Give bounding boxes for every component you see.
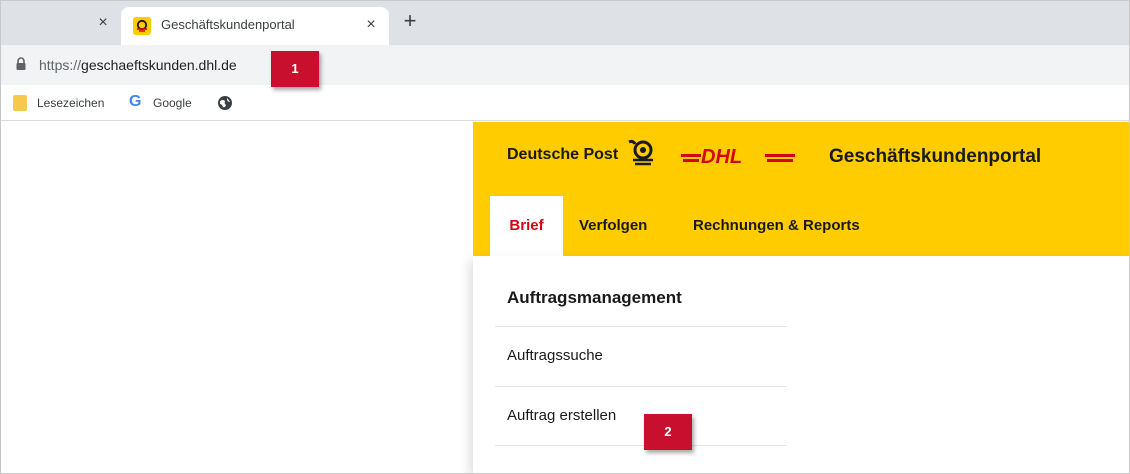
dhl-logo-text: DHL [701,146,742,168]
globe-icon[interactable] [217,95,233,111]
url-text[interactable]: https://geschaeftskunden.dhl.de [39,57,237,73]
lock-icon [16,57,26,70]
browser-window: × Geschäftskundenportal × + https://gesc… [0,0,1130,474]
close-icon[interactable]: × [361,15,381,35]
new-tab-button[interactable]: + [399,10,421,33]
divider [495,326,787,327]
folder-icon [13,95,27,111]
bookmark-lesezeichen[interactable]: Lesezeichen [37,94,104,112]
posthorn-icon [133,17,151,35]
menu-item-auftrag-erstellen[interactable]: Auftrag erstellen [507,407,616,424]
dhl-logo: DHL [681,146,795,168]
brief-dropdown-menu: Auftragsmanagement Auftragssuche Auftrag… [473,256,1129,473]
portal-title: Geschäftskundenportal [829,146,1042,167]
close-icon[interactable]: × [93,13,113,33]
menu-item-auftragssuche[interactable]: Auftragssuche [507,347,603,364]
divider [495,445,787,446]
bookmarks-bar: Lesezeichen G Google [1,85,1129,121]
tab-title: Geschäftskundenportal [161,17,295,32]
address-bar[interactable]: https://geschaeftskunden.dhl.de [1,45,1129,85]
divider [495,386,787,387]
url-scheme: https:// [39,57,82,73]
deutsche-post-brand: Deutsche Post [507,146,619,163]
tab-brief[interactable]: Brief [490,196,563,256]
url-host: geschaeftskunden.dhl.de [81,57,237,73]
portal-header: Deutsche Post DHL Geschäftskundenportal … [473,122,1129,256]
posthorn-icon [628,139,653,166]
step-marker-1: 1 [271,51,319,87]
bookmark-google[interactable]: Google [153,94,192,112]
browser-tab-active[interactable]: Geschäftskundenportal × [121,7,389,45]
portal-container: Deutsche Post DHL Geschäftskundenportal … [473,122,1129,473]
step-marker-2: 2 [644,414,692,450]
tab-rechnungen-reports[interactable]: Rechnungen & Reports [693,196,860,256]
tab-strip: × Geschäftskundenportal × + [1,1,1129,45]
menu-heading: Auftragsmanagement [507,288,682,307]
page-content: Deutsche Post DHL Geschäftskundenportal … [1,122,1129,473]
tab-verfolgen[interactable]: Verfolgen [579,196,647,256]
google-icon: G [129,93,142,110]
